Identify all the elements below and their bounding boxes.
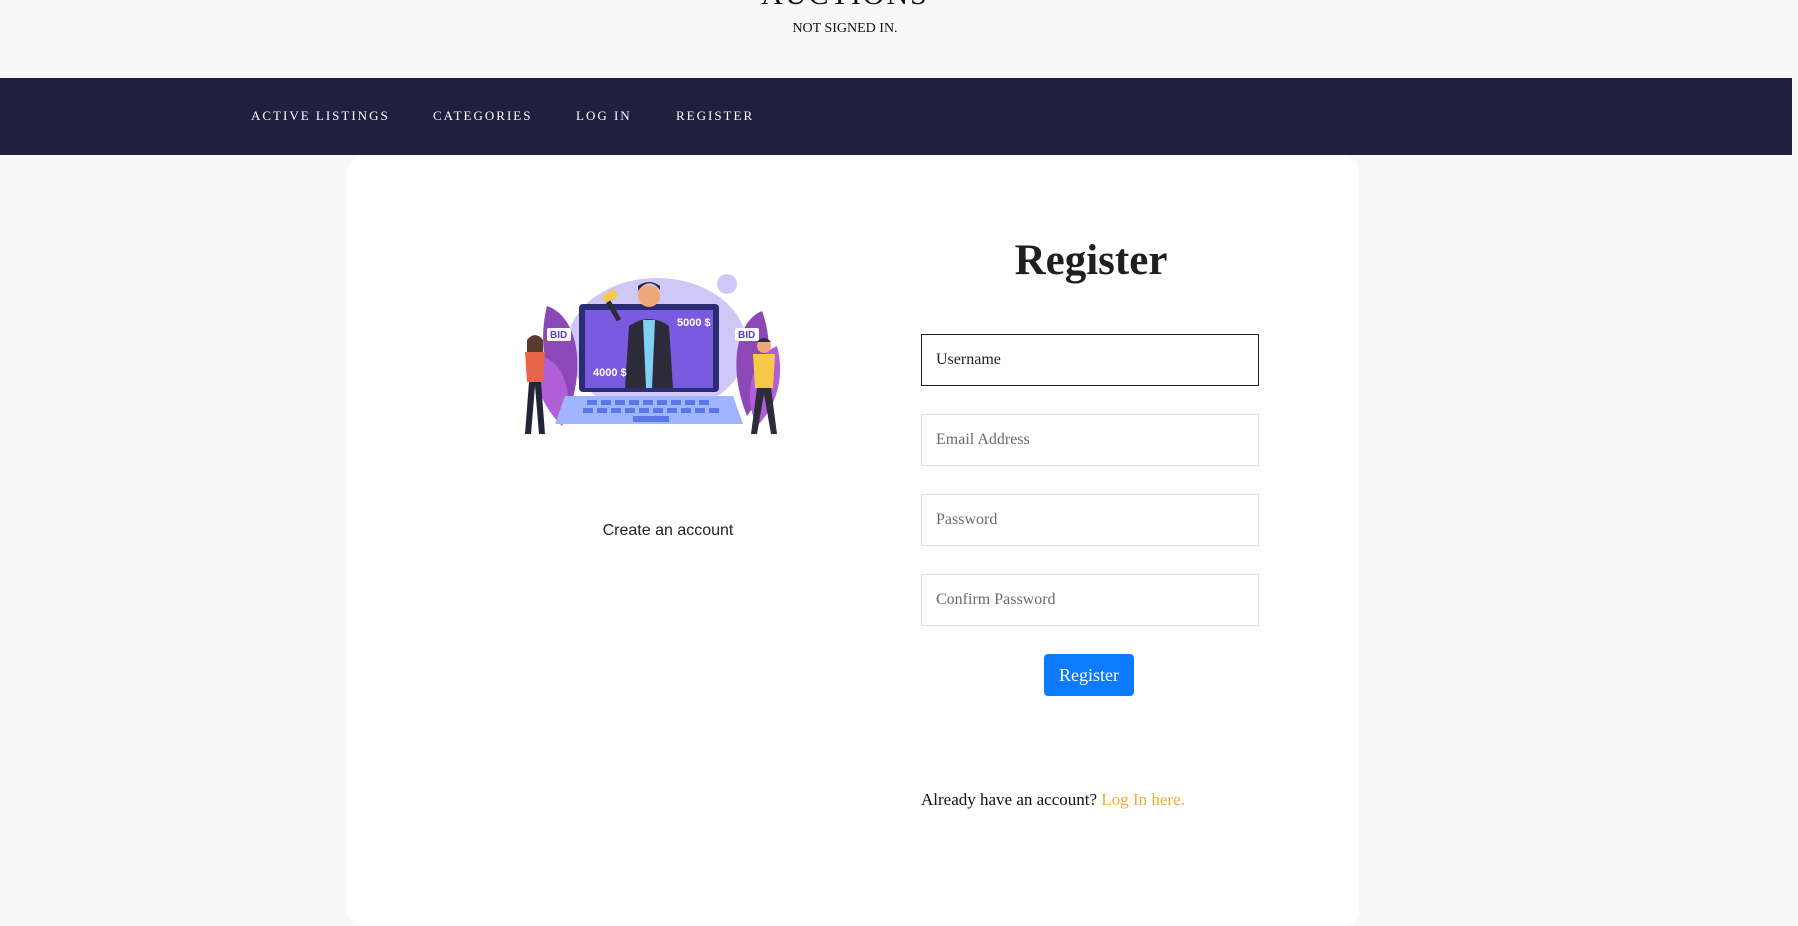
svg-text:5000 $: 5000 $ xyxy=(677,317,711,329)
nav-active-listings[interactable]: ACTIVE LISTINGS xyxy=(251,108,390,124)
main-navbar: ACTIVE LISTINGS CATEGORIES LOG IN REGIST… xyxy=(0,78,1792,155)
confirm-password-input[interactable] xyxy=(921,574,1259,626)
password-input[interactable] xyxy=(921,494,1259,546)
svg-text:BID: BID xyxy=(738,330,755,341)
register-title: Register xyxy=(1014,237,1168,284)
nav-log-in[interactable]: LOG IN xyxy=(576,108,632,124)
register-submit-button[interactable]: Register xyxy=(1044,654,1134,696)
login-link[interactable]: Log In here. xyxy=(1101,790,1185,809)
register-card: 5000 $ 4000 $ BID BID Create an account … xyxy=(347,156,1359,926)
site-title: AUCTIONS xyxy=(0,0,1690,12)
svg-text:4000 $: 4000 $ xyxy=(593,367,627,379)
login-prompt: Already have an account? Log In here. xyxy=(921,790,1185,810)
email-input[interactable] xyxy=(921,414,1259,466)
login-prompt-text: Already have an account? xyxy=(921,790,1102,809)
nav-register[interactable]: REGISTER xyxy=(676,108,754,124)
auction-laptop-illustration-icon: 5000 $ 4000 $ BID BID xyxy=(525,274,781,434)
top-header: AUCTIONS NOT SIGNED IN. xyxy=(0,0,1798,78)
username-input[interactable] xyxy=(921,334,1259,386)
sign-in-status: NOT SIGNED IN. xyxy=(792,21,898,36)
create-account-caption: Create an account xyxy=(602,522,734,539)
svg-text:BID: BID xyxy=(550,330,567,341)
nav-categories[interactable]: CATEGORIES xyxy=(433,108,532,124)
